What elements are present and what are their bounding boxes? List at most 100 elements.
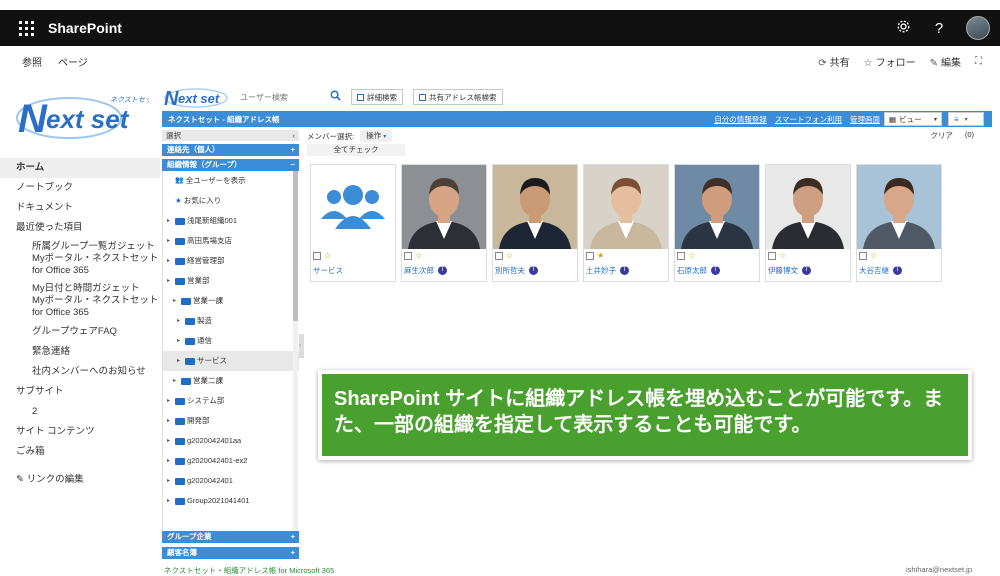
member-photo[interactable] (402, 165, 486, 249)
browse-tab[interactable]: 参照 (22, 54, 42, 69)
nav-subsite-item[interactable]: 2 (0, 402, 160, 422)
plus-icon[interactable]: + (291, 144, 295, 156)
app-name[interactable]: SharePoint (48, 20, 122, 36)
nav-recent-item[interactable]: 所属グループ一覧ガジェット Myポータル・ネクストセット for Office … (0, 238, 160, 280)
help-icon[interactable]: ? (930, 20, 948, 37)
caret-icon[interactable]: ▸ (167, 411, 173, 431)
tree-item[interactable]: ▸ 開発部 (163, 411, 299, 431)
teams-icon[interactable]: T (802, 266, 811, 275)
nav-recycle-bin[interactable]: ごみ箱 (0, 442, 160, 462)
caret-icon[interactable]: ▸ (173, 291, 179, 311)
nav-documents[interactable]: ドキュメント (0, 198, 160, 218)
member-name[interactable]: 大谷吉継 T (859, 265, 902, 276)
nav-home[interactable]: ホーム (0, 158, 160, 178)
member-name[interactable]: 別所哲夫 T (495, 265, 538, 276)
nav-site-contents[interactable]: サイト コンテンツ (0, 422, 160, 442)
star-outline-icon[interactable]: ☆ (415, 252, 422, 260)
list-view-dropdown[interactable]: ≡ ▾ (948, 112, 984, 126)
nav-recent-item[interactable]: 社内メンバーへのお知らせ (0, 362, 160, 382)
edit-button[interactable]: ✎ 編集 (930, 54, 961, 69)
star-outline-icon[interactable]: ☆ (779, 252, 786, 260)
tree-item[interactable]: ▸ 浅尾新組織001 (163, 211, 299, 231)
tree-item[interactable]: ▸ 通信 (163, 331, 299, 351)
search-icon[interactable] (330, 90, 341, 104)
focus-mode-icon[interactable]: ⛶ (975, 56, 982, 67)
member-name[interactable]: サービス (313, 265, 343, 276)
member-name[interactable]: 土井妙子 T (586, 265, 629, 276)
view-dropdown[interactable]: ▦ ビュー ▾ (884, 112, 942, 126)
member-photo[interactable] (584, 165, 668, 249)
detail-search-button[interactable]: 詳細検索 (351, 89, 403, 105)
tree-item[interactable]: ▸ 高田馬場支店 (163, 231, 299, 251)
teams-icon[interactable]: T (711, 266, 720, 275)
tree-scroll-thumb[interactable] (293, 171, 298, 321)
nextset-logo[interactable]: N ext set ネクストセット (14, 88, 159, 143)
tree-item[interactable]: ▸ g2020042401aa (163, 431, 299, 451)
caret-icon[interactable]: ▸ (167, 271, 173, 291)
select-header[interactable]: 選択 ‹ (162, 130, 299, 141)
nav-recent-item[interactable]: 緊急連絡 (0, 342, 160, 362)
tree-item[interactable]: ▸ g2020042401 (163, 471, 299, 491)
nav-recent[interactable]: 最近使った項目 (0, 218, 160, 238)
teams-icon[interactable]: T (893, 266, 902, 275)
member-photo[interactable] (675, 165, 759, 249)
teams-icon[interactable]: T (438, 266, 447, 275)
tree-item[interactable]: ▸ サービス (163, 351, 299, 371)
nav-recent-item[interactable]: グループウェアFAQ (0, 322, 160, 342)
caret-icon[interactable]: ▸ (177, 311, 183, 331)
member-photo[interactable] (493, 165, 577, 249)
member-name[interactable]: 麻生次郎 T (404, 265, 447, 276)
share-button[interactable]: ⟳ 共有 (818, 54, 849, 69)
caret-icon[interactable]: ▸ (167, 431, 173, 451)
tree-item[interactable]: ▸ 製造 (163, 311, 299, 331)
star-outline-icon[interactable]: ☆ (506, 252, 513, 260)
teams-icon[interactable]: T (529, 266, 538, 275)
tree-item[interactable]: ▸ g2020042401-ex2 (163, 451, 299, 471)
org-info-section[interactable]: 組織情報（グループ） − (162, 159, 299, 171)
group-icon[interactable] (311, 165, 395, 249)
caret-icon[interactable]: ▸ (167, 211, 173, 231)
page-tab[interactable]: ページ (58, 54, 88, 69)
plus-icon[interactable]: + (291, 531, 295, 543)
tree-item[interactable]: ▸ 営業二課 (163, 371, 299, 391)
nav-recent-item[interactable]: My日付と時間ガジェット Myポータル・ネクストセット for Office 3… (0, 280, 160, 322)
member-photo[interactable] (857, 165, 941, 249)
tree-item[interactable]: ▸ Group2021041401 (163, 491, 299, 511)
tree-item[interactable]: ▸ 営業部 (163, 271, 299, 291)
nextset-app-logo[interactable]: N ext set (162, 84, 232, 110)
member-name[interactable]: 伊藤博文 T (768, 265, 811, 276)
chevron-left-icon[interactable]: ‹ (293, 130, 296, 141)
nav-notebook[interactable]: ノートブック (0, 178, 160, 198)
tree-scrollbar[interactable] (293, 171, 298, 541)
member-checkbox[interactable] (677, 252, 685, 260)
member-card[interactable]: ☆ 麻生次郎 T (401, 164, 487, 282)
contacts-section[interactable]: 連絡先（個人） + (162, 144, 299, 156)
caret-icon[interactable]: ▸ (177, 331, 183, 351)
caret-icon[interactable]: ▸ (167, 471, 173, 491)
member-card[interactable]: ☆ 別所哲夫 T (492, 164, 578, 282)
clear-button[interactable]: クリア (930, 130, 953, 141)
caret-icon[interactable]: ▸ (167, 451, 173, 471)
gear-icon[interactable] (894, 19, 912, 38)
register-my-info-link[interactable]: 自分の情報登録 (714, 114, 767, 125)
tree-item[interactable]: ▸ 経営管理部 (163, 251, 299, 271)
tree-item[interactable]: ★ お気に入り (163, 191, 299, 211)
minus-icon[interactable]: − (291, 159, 295, 171)
nav-subsite[interactable]: サブサイト (0, 382, 160, 402)
member-checkbox[interactable] (313, 252, 321, 260)
caret-icon[interactable]: ▸ (177, 351, 183, 371)
follow-button[interactable]: ☆ フォロー (864, 54, 916, 69)
caret-icon[interactable]: ▸ (173, 371, 179, 391)
caret-icon[interactable]: ▸ (167, 391, 173, 411)
member-checkbox[interactable] (768, 252, 776, 260)
teams-icon[interactable]: T (620, 266, 629, 275)
customer-list-section[interactable]: 顧客名簿 + (162, 547, 299, 559)
member-checkbox[interactable] (586, 252, 594, 260)
member-name[interactable]: 石原太郎 T (677, 265, 720, 276)
caret-icon[interactable]: ▸ (167, 491, 173, 511)
member-photo[interactable] (766, 165, 850, 249)
waffle-icon[interactable] (8, 10, 44, 46)
star-filled-icon[interactable]: ★ (597, 252, 604, 260)
member-card[interactable]: ★ 土井妙子 T (583, 164, 669, 282)
group-company-section[interactable]: グループ企業 + (162, 531, 299, 543)
